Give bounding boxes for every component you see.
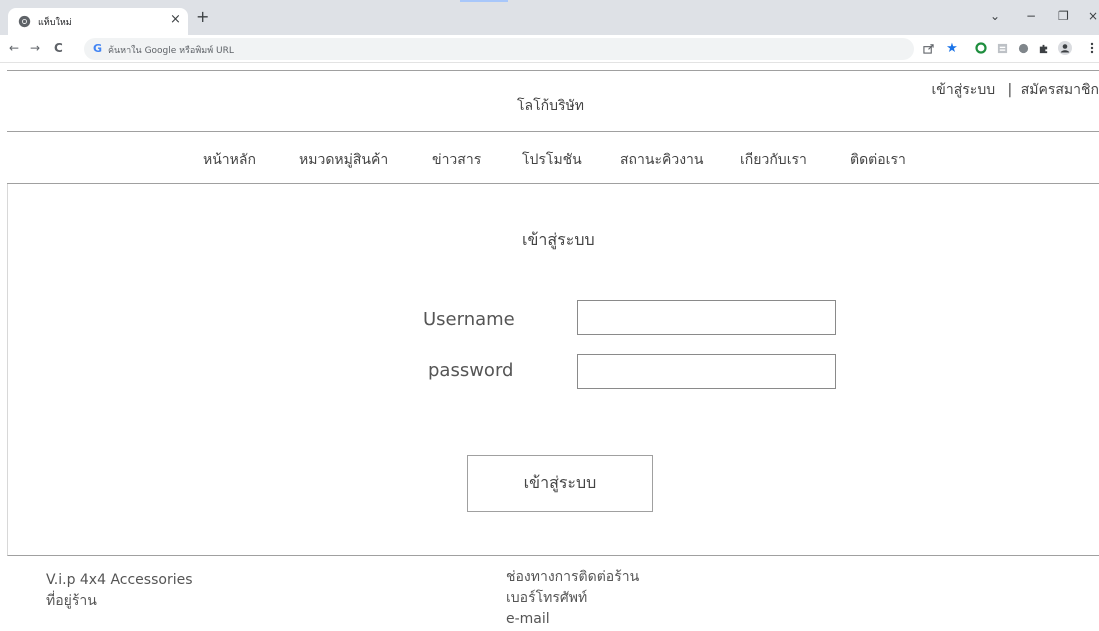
- tab-close-icon[interactable]: ×: [170, 12, 181, 27]
- chrome-icon: [18, 15, 31, 28]
- register-link[interactable]: สมัครสมาชิก: [1021, 82, 1099, 98]
- tab-title: แท็บใหม่: [38, 18, 72, 28]
- footer-shop-name: V.i.p 4x4 Accessories: [46, 572, 193, 588]
- main-nav: หน้าหลัก หมวดหมู่สินค้า ข่าวสาร โปรโมชัน…: [7, 132, 1099, 184]
- address-bar-placeholder: ค้นหาใน Google หรือพิมพ์ URL: [108, 46, 234, 56]
- extension-green-icon[interactable]: [974, 41, 988, 55]
- browser-toolbar: ← → C G ค้นหาใน Google หรือพิมพ์ URL ★: [0, 35, 1099, 63]
- login-form: เข้าสู่ระบบ Username password เข้าสู่ระบ…: [7, 184, 1099, 556]
- google-icon: G: [93, 42, 103, 55]
- username-input[interactable]: [577, 300, 836, 335]
- auth-separator: |: [1007, 82, 1013, 98]
- reload-icon[interactable]: C: [54, 41, 63, 55]
- nav-about[interactable]: เกียวกับเรา: [740, 149, 807, 171]
- footer-shop-info: V.i.p 4x4 Accessories ที่อยู่ร้าน: [46, 570, 193, 612]
- footer-contact: ช่องทางการติดต่อร้าน เบอร์โทรศัพท์ e-mai…: [506, 567, 639, 630]
- browser-tab-active[interactable]: แท็บใหม่ ×: [8, 8, 188, 35]
- address-bar[interactable]: G ค้นหาใน Google หรือพิมพ์ URL: [84, 38, 914, 60]
- password-input[interactable]: [577, 354, 836, 389]
- browser-tabstrip: แท็บใหม่ × + ⌄ − ❐ ×: [0, 0, 1099, 35]
- nav-categories[interactable]: หมวดหมู่สินค้า: [299, 149, 388, 171]
- nav-promotions[interactable]: โปรโมชัน: [522, 149, 582, 171]
- forward-icon[interactable]: →: [30, 41, 40, 55]
- nav-news[interactable]: ข่าวสาร: [432, 149, 481, 171]
- login-title: เข้าสู่ระบบ: [522, 230, 595, 249]
- restore-icon[interactable]: ❐: [1058, 9, 1069, 23]
- extension-grey-icon[interactable]: [1016, 41, 1030, 55]
- bookmark-star-icon[interactable]: ★: [945, 41, 959, 56]
- login-submit-button[interactable]: เข้าสู่ระบบ: [467, 455, 653, 512]
- menu-kebab-icon[interactable]: [1085, 41, 1099, 55]
- login-link[interactable]: เข้าสู่ระบบ: [932, 82, 996, 98]
- password-label: password: [428, 360, 514, 381]
- username-label: Username: [423, 309, 515, 330]
- footer-phone-label: เบอร์โทรศัพท์: [506, 590, 588, 606]
- back-icon[interactable]: ←: [9, 41, 19, 55]
- site-header: โลโก้บริษัท เข้าสู่ระบบ | สมัครสมาชิก: [7, 70, 1099, 132]
- minimize-icon[interactable]: −: [1026, 9, 1036, 23]
- nav-contact[interactable]: ติดต่อเรา: [850, 149, 906, 171]
- page-content: โลโก้บริษัท เข้าสู่ระบบ | สมัครสมาชิก หน…: [0, 64, 1099, 631]
- footer-contact-title: ช่องทางการติดต่อร้าน: [506, 569, 640, 585]
- auth-links: เข้าสู่ระบบ | สมัครสมาชิก: [932, 79, 1099, 101]
- profile-icon[interactable]: [1058, 41, 1072, 55]
- tab-search-icon[interactable]: ⌄: [990, 9, 1000, 23]
- extension-pdf-icon[interactable]: [995, 41, 1009, 55]
- nav-home[interactable]: หน้าหลัก: [203, 149, 256, 171]
- company-logo[interactable]: โลโก้บริษัท: [517, 95, 584, 117]
- window-close-icon[interactable]: ×: [1088, 9, 1098, 23]
- tabstrip-accent: [460, 0, 508, 2]
- footer-address-label: ที่อยู่ร้าน: [46, 593, 97, 609]
- nav-queue-status[interactable]: สถานะคิวงาน: [620, 149, 703, 171]
- footer-email-label: e-mail: [506, 611, 550, 627]
- extensions-puzzle-icon[interactable]: [1036, 41, 1050, 55]
- share-icon[interactable]: [921, 41, 935, 55]
- new-tab-button[interactable]: +: [196, 9, 209, 25]
